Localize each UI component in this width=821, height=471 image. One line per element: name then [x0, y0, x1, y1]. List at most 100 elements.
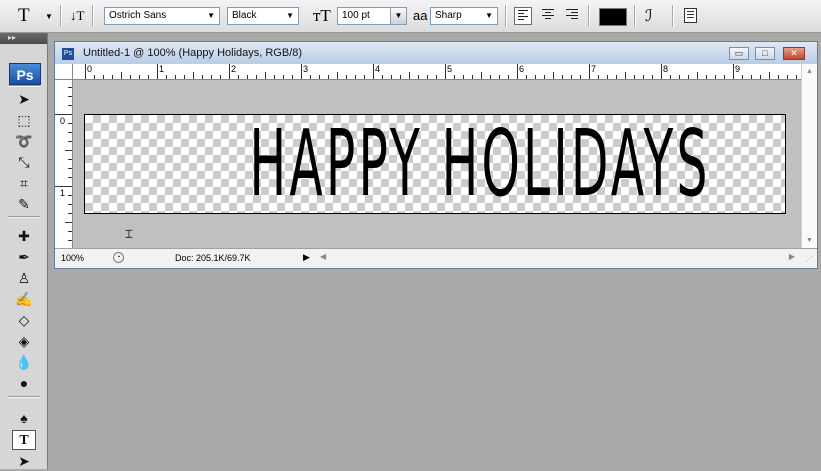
text-layer-happy-holidays[interactable]: HAPPY HOLIDAYS: [250, 115, 708, 213]
ruler-tick: [715, 75, 716, 79]
scroll-right-icon[interactable]: ▶: [789, 252, 795, 261]
text-orientation-toggle-icon[interactable]: ↓T: [70, 8, 84, 24]
ruler-tick: [670, 75, 671, 79]
tool-preset-dropdown-arrow-icon[interactable]: ▼: [45, 12, 53, 21]
photoshop-document-icon: Ps: [62, 48, 74, 60]
text-tool-preset-icon[interactable]: T: [18, 6, 30, 25]
ruler-tick: [65, 222, 72, 223]
quick-selection-tool-icon[interactable]: ⤡: [12, 152, 36, 172]
font-style-dropdown[interactable]: Black ▼: [227, 7, 299, 25]
ruler-tick: [355, 75, 356, 79]
close-button[interactable]: ✕: [783, 47, 805, 60]
eyedropper-tool-icon[interactable]: ✎: [12, 194, 36, 214]
ruler-tick: [139, 75, 140, 79]
antialias-value: Sharp: [435, 10, 462, 21]
text-color-swatch[interactable]: [599, 8, 627, 26]
ruler-tick: [301, 64, 302, 79]
document-title-bar[interactable]: Ps Untitled-1 @ 100% (Happy Holidays, RG…: [55, 42, 817, 64]
crop-tool-icon[interactable]: ⌗: [12, 173, 36, 193]
ruler-tick: [55, 114, 72, 115]
align-right-button[interactable]: [563, 7, 581, 25]
brush-tool-icon[interactable]: ✒: [12, 247, 36, 267]
scroll-up-icon[interactable]: ▲: [806, 68, 813, 75]
chevron-down-icon[interactable]: ▼: [390, 8, 406, 24]
photoshop-logo: Ps: [9, 63, 41, 85]
marquee-tool-icon[interactable]: ⬚: [12, 110, 36, 130]
lasso-tool-icon[interactable]: ➰: [12, 131, 36, 151]
ruler-tick: [220, 75, 221, 79]
ruler-tick: [517, 64, 518, 79]
ruler-tick: [310, 75, 311, 79]
ruler-number: 7: [591, 64, 597, 74]
maximize-button[interactable]: □: [755, 47, 775, 60]
ruler-tick: [247, 75, 248, 79]
antialias-dropdown[interactable]: Sharp ▼: [430, 7, 498, 25]
ruler-number: 0: [87, 64, 93, 74]
ruler-tick: [391, 75, 392, 79]
resize-grip-icon[interactable]: ⋰: [806, 255, 813, 263]
ruler-tick: [148, 75, 149, 79]
ruler-tick: [319, 75, 320, 79]
ruler-tick: [562, 75, 563, 79]
ruler-tick: [490, 75, 491, 79]
ruler-tick: [292, 75, 293, 79]
minimize-button[interactable]: ▭: [729, 47, 749, 60]
document-title: Untitled-1 @ 100% (Happy Holidays, RGB/8…: [83, 47, 303, 59]
ruler-tick: [175, 75, 176, 79]
ruler-tick: [769, 72, 770, 79]
eraser-tool-icon[interactable]: ◇: [12, 310, 36, 330]
ruler-tick: [778, 75, 779, 79]
dodge-tool-icon[interactable]: ●: [12, 373, 36, 393]
ruler-tick: [472, 75, 473, 79]
pen-tool-icon[interactable]: ♠: [12, 408, 36, 428]
history-brush-tool-icon[interactable]: ✍: [12, 289, 36, 309]
text-tool-icon[interactable]: T: [12, 430, 36, 450]
align-left-button[interactable]: [514, 7, 532, 25]
character-paragraph-panel-icon[interactable]: [684, 8, 697, 23]
warp-text-icon[interactable]: ℐ: [645, 6, 653, 26]
ruler-origin[interactable]: [55, 64, 73, 80]
ruler-tick: [68, 96, 72, 97]
ruler-tick: [68, 204, 72, 205]
ruler-tick: [112, 75, 113, 79]
ruler-number: 3: [303, 64, 309, 74]
ruler-tick: [382, 75, 383, 79]
ruler-tick: [337, 72, 338, 79]
horizontal-ruler[interactable]: 0 1 2 3 4 5 6 7 8 9: [73, 64, 809, 80]
ruler-tick: [589, 64, 590, 79]
vertical-ruler[interactable]: 01: [55, 80, 73, 249]
ruler-number: 2: [231, 64, 237, 74]
scroll-down-icon[interactable]: ▼: [806, 237, 813, 244]
ruler-number: 6: [519, 64, 525, 74]
status-info-icon[interactable]: ◔: [113, 252, 124, 263]
divider: [505, 5, 507, 27]
font-size-field[interactable]: 100 pt ▼: [337, 7, 407, 25]
ruler-tick: [68, 213, 72, 214]
ruler-tick: [85, 64, 86, 79]
font-family-dropdown[interactable]: Ostrich Sans ▼: [104, 7, 220, 25]
document-canvas[interactable]: HAPPY HOLIDAYS: [84, 114, 786, 214]
ruler-tick: [68, 123, 72, 124]
ruler-tick: [688, 75, 689, 79]
canvas-area[interactable]: HAPPY HOLIDAYS ⌶: [73, 80, 801, 248]
clone-stamp-tool-icon[interactable]: ♙: [12, 268, 36, 288]
ruler-tick: [68, 231, 72, 232]
healing-brush-tool-icon[interactable]: ✚: [12, 226, 36, 246]
ruler-tick: [68, 159, 72, 160]
document-window: Ps Untitled-1 @ 100% (Happy Holidays, RG…: [54, 41, 818, 269]
status-menu-arrow-icon[interactable]: ▶: [303, 252, 310, 263]
blur-tool-icon[interactable]: 💧: [12, 352, 36, 372]
path-selection-tool-icon[interactable]: ➤: [12, 451, 36, 471]
font-size-value: 100 pt: [342, 10, 370, 21]
scroll-left-icon[interactable]: ◀: [320, 252, 326, 261]
ruler-tick: [346, 75, 347, 79]
ruler-tick: [742, 75, 743, 79]
tools-panel: ▸▸ Ps ➤ ⬚ ➰ ⤡ ⌗ ✎ ✚ ✒ ♙ ✍ ◇ ◈ 💧 ● ♠ T ➤: [0, 33, 48, 469]
align-center-button[interactable]: [539, 7, 557, 25]
vertical-scrollbar[interactable]: ▲ ▼: [801, 64, 817, 248]
divider: [8, 85, 40, 87]
move-tool-icon[interactable]: ➤: [12, 89, 36, 109]
zoom-level[interactable]: 100%: [61, 253, 84, 263]
paint-bucket-tool-icon[interactable]: ◈: [12, 331, 36, 351]
tools-panel-collapse-icon[interactable]: ▸▸: [0, 33, 47, 44]
